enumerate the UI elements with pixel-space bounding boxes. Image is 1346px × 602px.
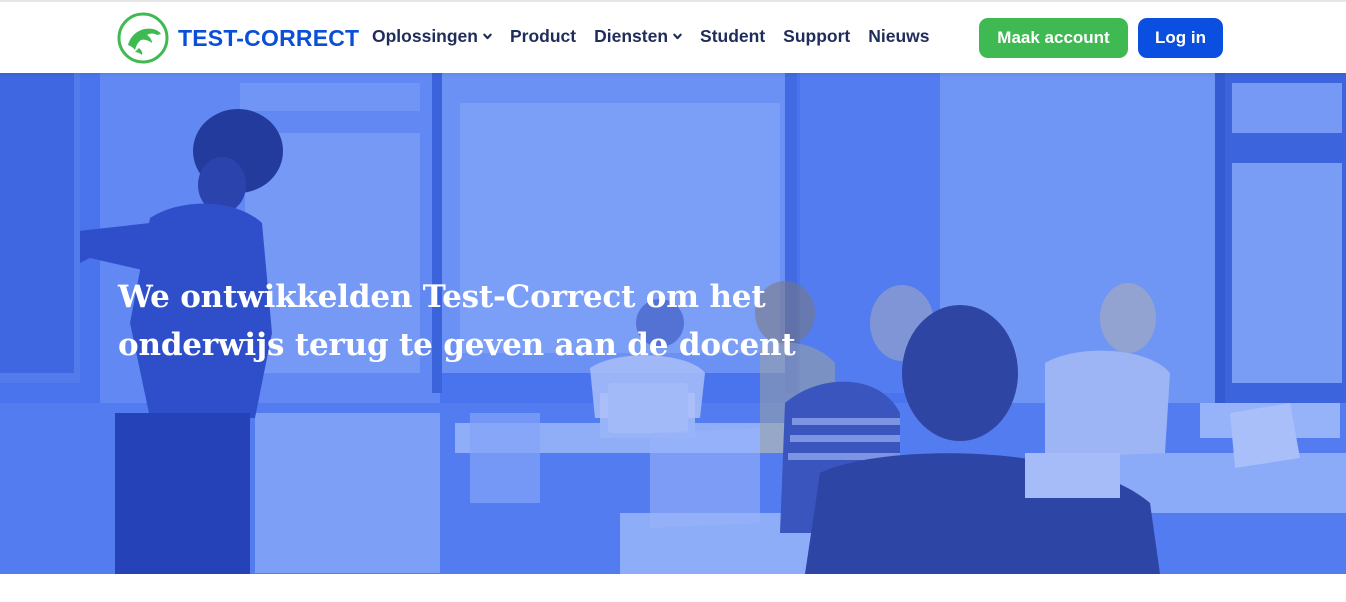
hero-title: We ontwikkelden Test-Correct om het onde… bbox=[118, 273, 818, 369]
nav-item-label: Student bbox=[700, 26, 766, 46]
nav-item-product[interactable]: Product bbox=[510, 26, 576, 47]
nav-item-student[interactable]: Student bbox=[700, 26, 765, 47]
nav-item-nieuws[interactable]: Nieuws bbox=[868, 26, 929, 47]
nav-item-oplossingen[interactable]: Oplossingen bbox=[372, 26, 492, 47]
nav-item-label: Diensten bbox=[594, 26, 669, 46]
hero-title-line-1: We ontwikkelden Test-Correct om het bbox=[118, 279, 766, 315]
hero-banner: We ontwikkelden Test-Correct om het onde… bbox=[0, 73, 1346, 574]
logo-text: TEST-CORRECT bbox=[178, 24, 360, 51]
nav-item-support[interactable]: Support bbox=[783, 26, 850, 47]
site-header: TEST-CORRECT Oplossingen Product Dienste… bbox=[0, 2, 1346, 73]
page: TEST-CORRECT Oplossingen Product Dienste… bbox=[0, 0, 1346, 602]
make-account-button[interactable]: Maak account bbox=[979, 18, 1128, 58]
hero-title-line-2: onderwijs terug te geven aan de docent bbox=[118, 327, 796, 363]
nav-item-label: Support bbox=[783, 26, 851, 46]
nav-item-label: Product bbox=[509, 26, 577, 46]
nav-item-diensten[interactable]: Diensten bbox=[594, 26, 682, 47]
nav-item-label: Oplossingen bbox=[372, 26, 478, 46]
nav-item-label: Nieuws bbox=[868, 26, 930, 46]
dolphin-icon bbox=[117, 12, 169, 64]
main-nav: Oplossingen Product Diensten Student Sup… bbox=[372, 26, 948, 47]
chevron-down-icon bbox=[673, 33, 682, 40]
chevron-down-icon bbox=[483, 33, 492, 40]
logo-link[interactable]: TEST-CORRECT bbox=[117, 12, 359, 64]
page-content-area bbox=[0, 574, 1346, 602]
login-button[interactable]: Log in bbox=[1138, 18, 1223, 58]
